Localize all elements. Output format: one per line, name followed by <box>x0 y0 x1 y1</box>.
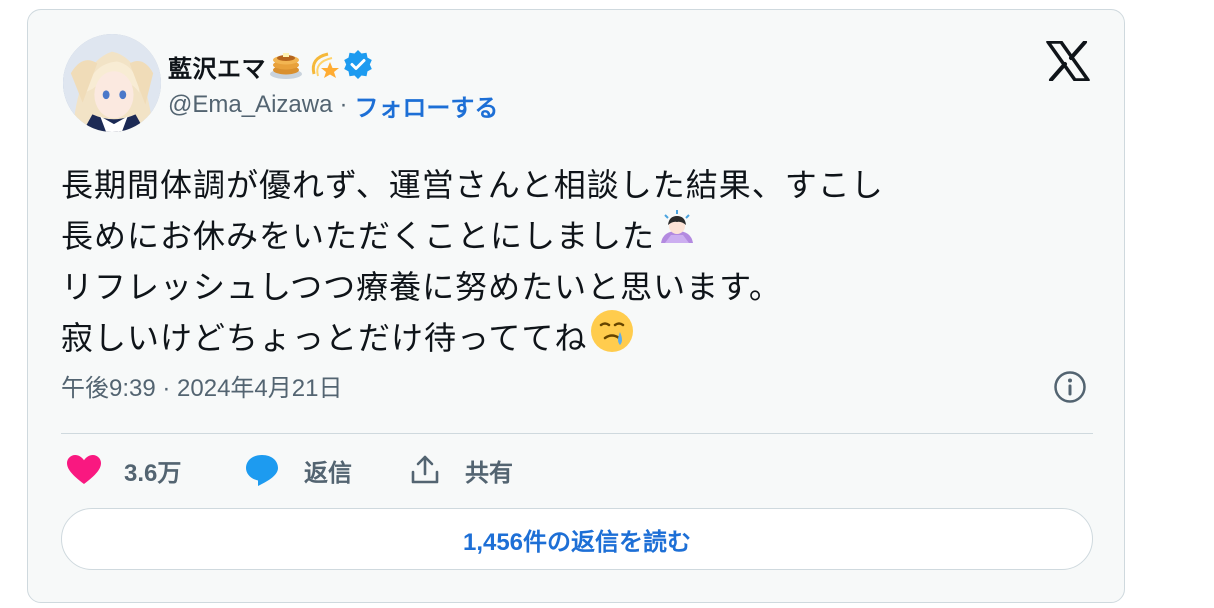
tweet-actions: 3.6万 返信 共有 <box>66 450 513 490</box>
author-handle-row: @Ema_Aizawa · フォローする <box>168 88 498 122</box>
x-logo-icon[interactable] <box>1046 40 1090 82</box>
tweet-timestamp[interactable]: 午後9:39 · 2024年4月21日 <box>61 368 342 403</box>
like-button[interactable]: 3.6万 <box>66 453 244 488</box>
tweet-line-text: 寂しいけどちょっとだけ待っててね <box>61 320 588 356</box>
tweet-line-text: 長期間体調が優れず、運営さんと相談した結果、すこし <box>61 167 884 203</box>
read-replies-button[interactable]: 1,456件の返信を読む <box>61 508 1093 570</box>
share-button[interactable]: 共有 <box>409 453 513 488</box>
tweet-line: 長めにお休みをいただくことにしました <box>61 209 1101 264</box>
author-display-name[interactable]: 藍沢エマ <box>168 49 266 84</box>
heart-icon <box>66 454 102 486</box>
author-name-row: 藍沢エマ <box>168 46 374 86</box>
avatar[interactable] <box>63 34 161 132</box>
avatar-image <box>63 34 161 132</box>
tweet-line: リフレッシュしつつ療養に努めたいと思います。 <box>61 262 1101 313</box>
reply-label: 返信 <box>304 459 352 487</box>
reply-button[interactable]: 返信 <box>244 453 409 488</box>
share-label: 共有 <box>465 459 513 487</box>
face-holding-back-tears-emoji-icon <box>589 308 635 369</box>
tweet-line: 寂しいけどちょっとだけ待っててね <box>61 310 1101 364</box>
dizzy-star-emoji-icon <box>306 48 340 85</box>
info-icon[interactable] <box>1053 370 1087 404</box>
tweet-text: 長期間体調が優れず、運営さんと相談した結果、すこし 長めにお休みをいただくことに… <box>61 160 1101 364</box>
like-count: 3.6万 <box>124 459 182 487</box>
pancakes-emoji-icon <box>268 48 304 85</box>
speech-bubble-icon <box>244 453 280 487</box>
tweet-line-text: 長めにお休みをいただくことにしました <box>61 218 656 254</box>
person-bowing-emoji-icon <box>657 209 697 264</box>
separator-dot: · <box>339 91 348 118</box>
share-icon <box>409 454 441 486</box>
verified-badge-icon <box>342 48 374 85</box>
tweet-line: 長期間体調が優れず、運営さんと相談した結果、すこし <box>61 160 1101 211</box>
tweet-embed-card: 藍沢エマ @Ema_Aizawa · フォローする 長期間体調が優れず、運営さん… <box>27 9 1125 603</box>
author-handle[interactable]: @Ema_Aizawa <box>168 91 332 119</box>
divider <box>61 433 1093 434</box>
follow-button[interactable]: フォローする <box>354 88 498 123</box>
tweet-line-text: リフレッシュしつつ療養に努めたいと思います。 <box>61 269 782 305</box>
